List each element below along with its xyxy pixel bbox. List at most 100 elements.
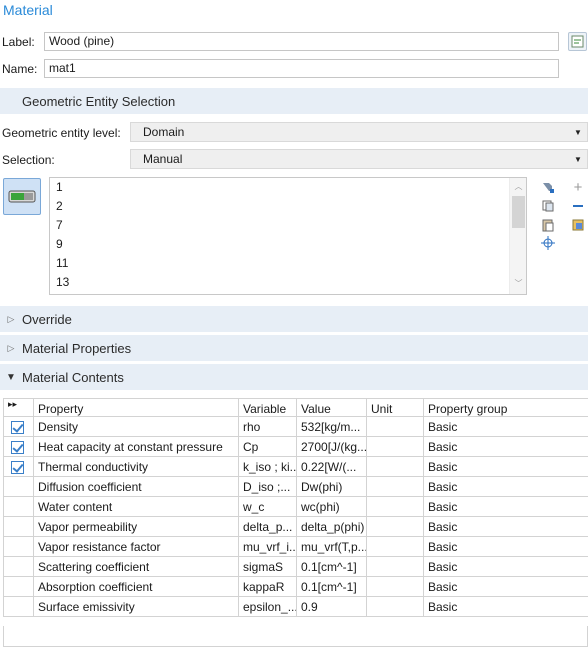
property-group-cell: Basic bbox=[423, 456, 588, 477]
list-item[interactable]: 2 bbox=[50, 197, 526, 216]
column-header-variable[interactable]: Variable bbox=[238, 398, 297, 417]
selection-dropdown[interactable]: Manual ▼ bbox=[130, 149, 588, 169]
unit-cell bbox=[366, 456, 424, 477]
name-row: Name: bbox=[0, 59, 44, 79]
list-item[interactable]: 13 bbox=[50, 273, 526, 292]
table-row[interactable]: Water content w_c wc(phi) Basic bbox=[3, 496, 588, 517]
label-input[interactable]: Wood (pine) bbox=[44, 32, 559, 51]
variable-cell: Cp bbox=[238, 436, 297, 457]
unit-cell bbox=[366, 516, 424, 537]
column-header-property-group[interactable]: Property group bbox=[423, 398, 588, 417]
list-item[interactable]: 7 bbox=[50, 216, 526, 235]
scroll-down-icon[interactable]: ﹀ bbox=[510, 278, 526, 289]
selection-listbox[interactable]: 1 2 7 9 11 13 ︿ ﹀ bbox=[49, 177, 527, 295]
value-cell[interactable]: 0.9 bbox=[296, 596, 367, 617]
value-cell[interactable]: 0.1[cm^-1] bbox=[296, 556, 367, 577]
property-group-cell: Basic bbox=[423, 596, 588, 617]
label-row: Label: bbox=[0, 32, 44, 52]
entity-level-value: Domain bbox=[143, 125, 185, 139]
property-group-cell: Basic bbox=[423, 556, 588, 577]
chevron-down-icon: ▼ bbox=[574, 127, 582, 137]
table-row[interactable]: Heat capacity at constant pressure Cp 2700… bbox=[3, 436, 588, 457]
column-header-unit[interactable]: Unit bbox=[366, 398, 424, 417]
row-checkbox[interactable] bbox=[3, 536, 34, 557]
property-cell: Diffusion coefficient bbox=[33, 476, 239, 497]
value-cell[interactable]: 0.1[cm^-1] bbox=[296, 576, 367, 597]
remove-icon[interactable] bbox=[570, 198, 586, 214]
variable-cell: k_iso ; ki... bbox=[238, 456, 297, 477]
table-empty-row bbox=[3, 626, 588, 647]
unit-cell bbox=[366, 416, 424, 437]
expand-arrow-icon: ▷ bbox=[7, 313, 15, 324]
property-group-cell: Basic bbox=[423, 496, 588, 517]
table-row[interactable]: Density rho 532[kg/m... Basic bbox=[3, 416, 588, 437]
material-contents-section-header[interactable]: ▼ Material Contents bbox=[0, 364, 588, 390]
unit-cell bbox=[366, 536, 424, 557]
entity-level-dropdown[interactable]: Domain ▼ bbox=[130, 122, 588, 142]
value-cell[interactable]: 2700[J/(kg... bbox=[296, 436, 367, 457]
unit-cell bbox=[366, 476, 424, 497]
table-row[interactable]: Scattering coefficient sigmaS 0.1[cm^-1] Ba… bbox=[3, 556, 588, 577]
paste-icon[interactable] bbox=[540, 217, 556, 233]
variable-cell: epsilon_... bbox=[238, 596, 297, 617]
expand-all-icon[interactable]: ▸▸ bbox=[3, 398, 34, 417]
variable-cell: mu_vrf_i... bbox=[238, 536, 297, 557]
value-cell[interactable]: Dw(phi) bbox=[296, 476, 367, 497]
selection-label: Selection: bbox=[2, 153, 55, 167]
property-group-cell: Basic bbox=[423, 576, 588, 597]
zoom-to-selection-icon[interactable] bbox=[540, 235, 556, 251]
value-cell[interactable]: wc(phi) bbox=[296, 496, 367, 517]
paint-brush-icon[interactable] bbox=[540, 179, 556, 195]
geometric-entity-section-header[interactable]: Geometric Entity Selection bbox=[0, 88, 588, 114]
property-cell: Surface emissivity bbox=[33, 596, 239, 617]
row-checkbox[interactable] bbox=[3, 596, 34, 617]
row-checkbox[interactable] bbox=[3, 576, 34, 597]
row-checkbox[interactable] bbox=[3, 456, 34, 477]
value-cell[interactable]: 532[kg/m... bbox=[296, 416, 367, 437]
table-row[interactable]: Vapor permeability delta_p... delta_p(phi)… bbox=[3, 516, 588, 537]
property-cell: Vapor resistance factor bbox=[33, 536, 239, 557]
table-row[interactable]: Absorption coefficient kappaR 0.1[cm^-1] Ba… bbox=[3, 576, 588, 597]
checkbox-checked-icon[interactable] bbox=[11, 420, 24, 434]
chevron-down-icon: ▼ bbox=[574, 154, 582, 164]
row-checkbox[interactable] bbox=[3, 436, 34, 457]
active-toggle-button[interactable] bbox=[3, 178, 41, 215]
add-icon[interactable]: + bbox=[570, 179, 586, 196]
rename-icon[interactable] bbox=[568, 32, 587, 51]
variable-cell: D_iso ;... bbox=[238, 476, 297, 497]
list-item[interactable]: 1 bbox=[50, 178, 526, 197]
value-cell[interactable]: delta_p(phi) bbox=[296, 516, 367, 537]
list-item[interactable]: 9 bbox=[50, 235, 526, 254]
clear-selection-icon[interactable] bbox=[570, 217, 586, 233]
value-cell[interactable]: mu_vrf(T,p... bbox=[296, 536, 367, 557]
unit-cell bbox=[366, 576, 424, 597]
list-item[interactable]: 11 bbox=[50, 254, 526, 273]
property-cell: Scattering coefficient bbox=[33, 556, 239, 577]
material-properties-section-header[interactable]: ▷ Material Properties bbox=[0, 335, 588, 361]
scroll-thumb[interactable] bbox=[512, 196, 525, 228]
property-cell: Density bbox=[33, 416, 239, 437]
row-checkbox[interactable] bbox=[3, 556, 34, 577]
checkbox-checked-icon[interactable] bbox=[11, 440, 24, 454]
table-row[interactable]: Surface emissivity epsilon_... 0.9 Basic bbox=[3, 596, 588, 617]
row-checkbox[interactable] bbox=[3, 516, 34, 537]
column-header-property[interactable]: Property bbox=[33, 398, 239, 417]
row-checkbox[interactable] bbox=[3, 416, 34, 437]
name-field-label: Name: bbox=[2, 62, 38, 76]
row-checkbox[interactable] bbox=[3, 476, 34, 497]
scroll-up-icon[interactable]: ︿ bbox=[510, 181, 526, 192]
column-header-value[interactable]: Value bbox=[296, 398, 367, 417]
table-row[interactable]: Vapor resistance factor mu_vrf_i... mu_vrf… bbox=[3, 536, 588, 557]
copy-icon[interactable] bbox=[540, 198, 556, 214]
label-field-label: Label: bbox=[2, 35, 35, 49]
table-row[interactable]: Diffusion coefficient D_iso ;... Dw(phi) Ba… bbox=[3, 476, 588, 497]
name-input[interactable]: mat1 bbox=[44, 59, 559, 78]
checkbox-checked-icon[interactable] bbox=[11, 460, 24, 474]
override-section-header[interactable]: ▷ Override bbox=[0, 306, 588, 332]
table-row[interactable]: Thermal conductivity k_iso ; ki... 0.22[W/… bbox=[3, 456, 588, 477]
variable-cell: w_c bbox=[238, 496, 297, 517]
row-checkbox[interactable] bbox=[3, 496, 34, 517]
property-cell: Heat capacity at constant pressure bbox=[33, 436, 239, 457]
list-scrollbar[interactable]: ︿ ﹀ bbox=[509, 178, 526, 294]
value-cell[interactable]: 0.22[W/(... bbox=[296, 456, 367, 477]
